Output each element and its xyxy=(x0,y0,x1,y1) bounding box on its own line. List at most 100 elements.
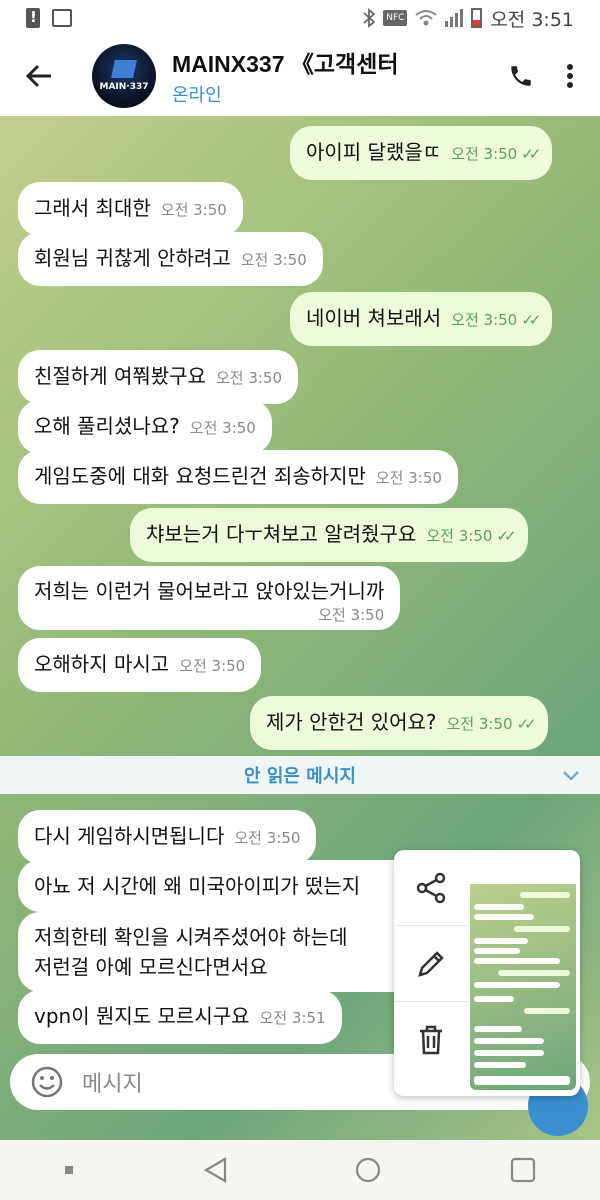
signal-icon xyxy=(445,9,464,27)
battery-icon xyxy=(471,8,483,28)
message-time: 오전 3:50 xyxy=(160,201,227,219)
share-icon xyxy=(416,872,446,903)
message-bubble-in[interactable]: 아뇨 저 시간에 왜 미국아이피가 떴는지 xyxy=(18,860,418,912)
status-bar: NFC 오전 3:51 xyxy=(0,0,600,36)
chat-title: MAINX337 《고객센터 xyxy=(172,51,399,77)
gallery-icon xyxy=(52,9,72,27)
wifi-icon xyxy=(415,10,437,26)
message-bubble-in[interactable]: 게임도중에 대화 요청드린건 죄송하지만 오전 3:50 xyxy=(18,450,458,504)
recent-dot-icon[interactable] xyxy=(63,1164,75,1176)
message-text: 네이버 쳐보래서 xyxy=(306,306,442,330)
system-nav-bar xyxy=(0,1140,600,1200)
message-time: 오전 3:50 xyxy=(451,311,518,329)
emoji-icon[interactable] xyxy=(30,1065,64,1099)
message-text: 게임도중에 대화 요청드린건 죄송하지만 xyxy=(34,464,366,488)
message-text: 챠보는거 다ㅜ쳐보고 알려줬구요 xyxy=(146,522,417,546)
delete-button[interactable] xyxy=(394,1002,468,1078)
message-text: 제가 안한건 있어요? xyxy=(266,710,437,734)
message-text-line2: 저런걸 아예 모르신다면서요 xyxy=(34,955,268,979)
delete-icon xyxy=(420,1025,442,1055)
message-time: 오전 3:51 xyxy=(259,1009,326,1027)
message-bubble-in[interactable]: 저희는 이런거 물어보라고 앉아있는거니까 오전 3:50 xyxy=(18,566,401,630)
thumbnail-line xyxy=(474,958,560,964)
screenshot-thumbnail[interactable] xyxy=(470,856,576,1090)
message-bubble-in[interactable]: 회원님 귀찮게 안하려고 오전 3:50 xyxy=(18,232,323,286)
read-ticks-icon: ✓✓ xyxy=(521,145,541,163)
nav-back-icon[interactable] xyxy=(202,1156,228,1184)
message-time: 오전 3:50 xyxy=(240,251,307,269)
message-text: 아이피 달랬을ㄸ xyxy=(306,140,442,164)
thumbnail-line xyxy=(474,1062,526,1068)
message-bubble-out[interactable]: 아이피 달랬을ㄸ 오전 3:50 ✓✓ xyxy=(290,126,553,180)
share-button[interactable] xyxy=(394,850,468,926)
message-input[interactable]: 메시지 xyxy=(82,1066,143,1098)
title-block[interactable]: MAINX337 《고객센터 온라인 xyxy=(172,45,472,107)
message-text: 오해하지 마시고 xyxy=(34,652,170,676)
thumbnail-line xyxy=(474,982,560,988)
chevron-down-icon[interactable] xyxy=(560,764,582,786)
phone-icon[interactable] xyxy=(508,63,534,89)
edit-icon xyxy=(418,950,444,977)
message-text: 그래서 최대한 xyxy=(34,196,151,220)
message-time: 오전 3:50 xyxy=(215,369,283,387)
message-time: 오전 3:50 xyxy=(234,829,301,847)
unread-label: 안 읽은 메시지 xyxy=(244,766,356,787)
message-bubble-out[interactable]: 네이버 쳐보래서 오전 3:50 ✓✓ xyxy=(290,292,553,346)
message-bubble-in[interactable]: 그래서 최대한 오전 3:50 xyxy=(18,182,243,236)
message-bubble-in[interactable]: 오해하지 마시고 오전 3:50 xyxy=(18,638,262,692)
chat-header: MAIN·337 MAINX337 《고객센터 온라인 xyxy=(0,36,600,116)
thumbnail-header xyxy=(470,856,576,884)
thumbnail-line xyxy=(474,1026,522,1032)
message-time: 오전 3:50 xyxy=(179,657,246,675)
message-bubble-in[interactable]: 다시 게임하시면됩니다 오전 3:50 xyxy=(18,810,317,864)
read-ticks-icon: ✓✓ xyxy=(516,715,537,733)
screenshot-popup[interactable] xyxy=(394,850,580,1096)
thumbnail-line xyxy=(524,1008,570,1014)
message-time: 오전 3:50 xyxy=(375,469,442,487)
thumbnail-line xyxy=(474,904,524,910)
nfc-icon: NFC xyxy=(383,10,408,26)
message-text: 저희는 이런거 물어보라고 앉아있는거니까 xyxy=(34,579,385,603)
bluetooth-icon xyxy=(363,8,376,28)
message-time: 오전 3:50 xyxy=(189,419,256,437)
message-time: 오전 3:50 xyxy=(446,715,513,733)
thumbnail-line xyxy=(520,892,570,898)
status-time: 오전 3:51 xyxy=(490,8,574,31)
alert-icon xyxy=(26,8,40,28)
thumbnail-line xyxy=(474,948,520,954)
back-arrow-icon xyxy=(25,64,51,88)
message-bubble-in[interactable]: 저희한테 확인을 시켜주셨어야 하는데 저런걸 아예 모르신다면서요 xyxy=(18,912,418,992)
avatar-text: MAIN·337 xyxy=(99,82,149,92)
message-text: vpn이 뭔지도 모르시구요 xyxy=(34,1004,250,1028)
recent-apps-icon[interactable] xyxy=(509,1156,537,1184)
thumbnail-line xyxy=(474,938,528,944)
message-text: 저희한테 확인을 시켜주셨어야 하는데 xyxy=(34,925,348,949)
message-time: 오전 3:50 xyxy=(318,606,385,624)
message-time: 오전 3:50 xyxy=(426,527,493,545)
thumbnail-line xyxy=(474,1038,544,1044)
message-time: 오전 3:50 xyxy=(451,145,518,163)
message-bubble-in[interactable]: 오해 풀리셨나요? 오전 3:50 xyxy=(18,400,272,454)
message-bubble-in[interactable]: 친절하게 여쭤봤구요 오전 3:50 xyxy=(18,350,299,404)
logo-mark xyxy=(111,60,137,78)
avatar[interactable]: MAIN·337 xyxy=(92,44,156,108)
message-bubble-in[interactable]: vpn이 뭔지도 모르시구요 오전 3:51 xyxy=(18,990,342,1044)
thumbnail-line xyxy=(498,970,570,976)
message-text: 다시 게임하시면됩니다 xyxy=(34,824,225,848)
message-bubble-out[interactable]: 제가 안한건 있어요? 오전 3:50 ✓✓ xyxy=(250,696,548,750)
message-text: 오해 풀리셨나요? xyxy=(34,414,180,438)
thumbnail-line xyxy=(474,914,534,920)
thumbnail-line xyxy=(474,1050,544,1056)
read-ticks-icon: ✓✓ xyxy=(496,527,516,545)
home-icon[interactable] xyxy=(354,1156,382,1184)
online-status: 온라인 xyxy=(172,85,222,106)
thumbnail-line xyxy=(474,1076,570,1085)
back-button[interactable] xyxy=(0,36,78,116)
edit-button[interactable] xyxy=(394,926,468,1002)
unread-messages-divider: 안 읽은 메시지 xyxy=(0,756,600,794)
more-options-icon[interactable] xyxy=(566,63,574,89)
message-text: 친절하게 여쭤봤구요 xyxy=(34,364,206,388)
message-text: 아뇨 저 시간에 왜 미국아이피가 떴는지 xyxy=(34,874,361,898)
message-bubble-out[interactable]: 챠보는거 다ㅜ쳐보고 알려줬구요 오전 3:50 ✓✓ xyxy=(130,508,528,562)
read-ticks-icon: ✓✓ xyxy=(521,311,541,329)
